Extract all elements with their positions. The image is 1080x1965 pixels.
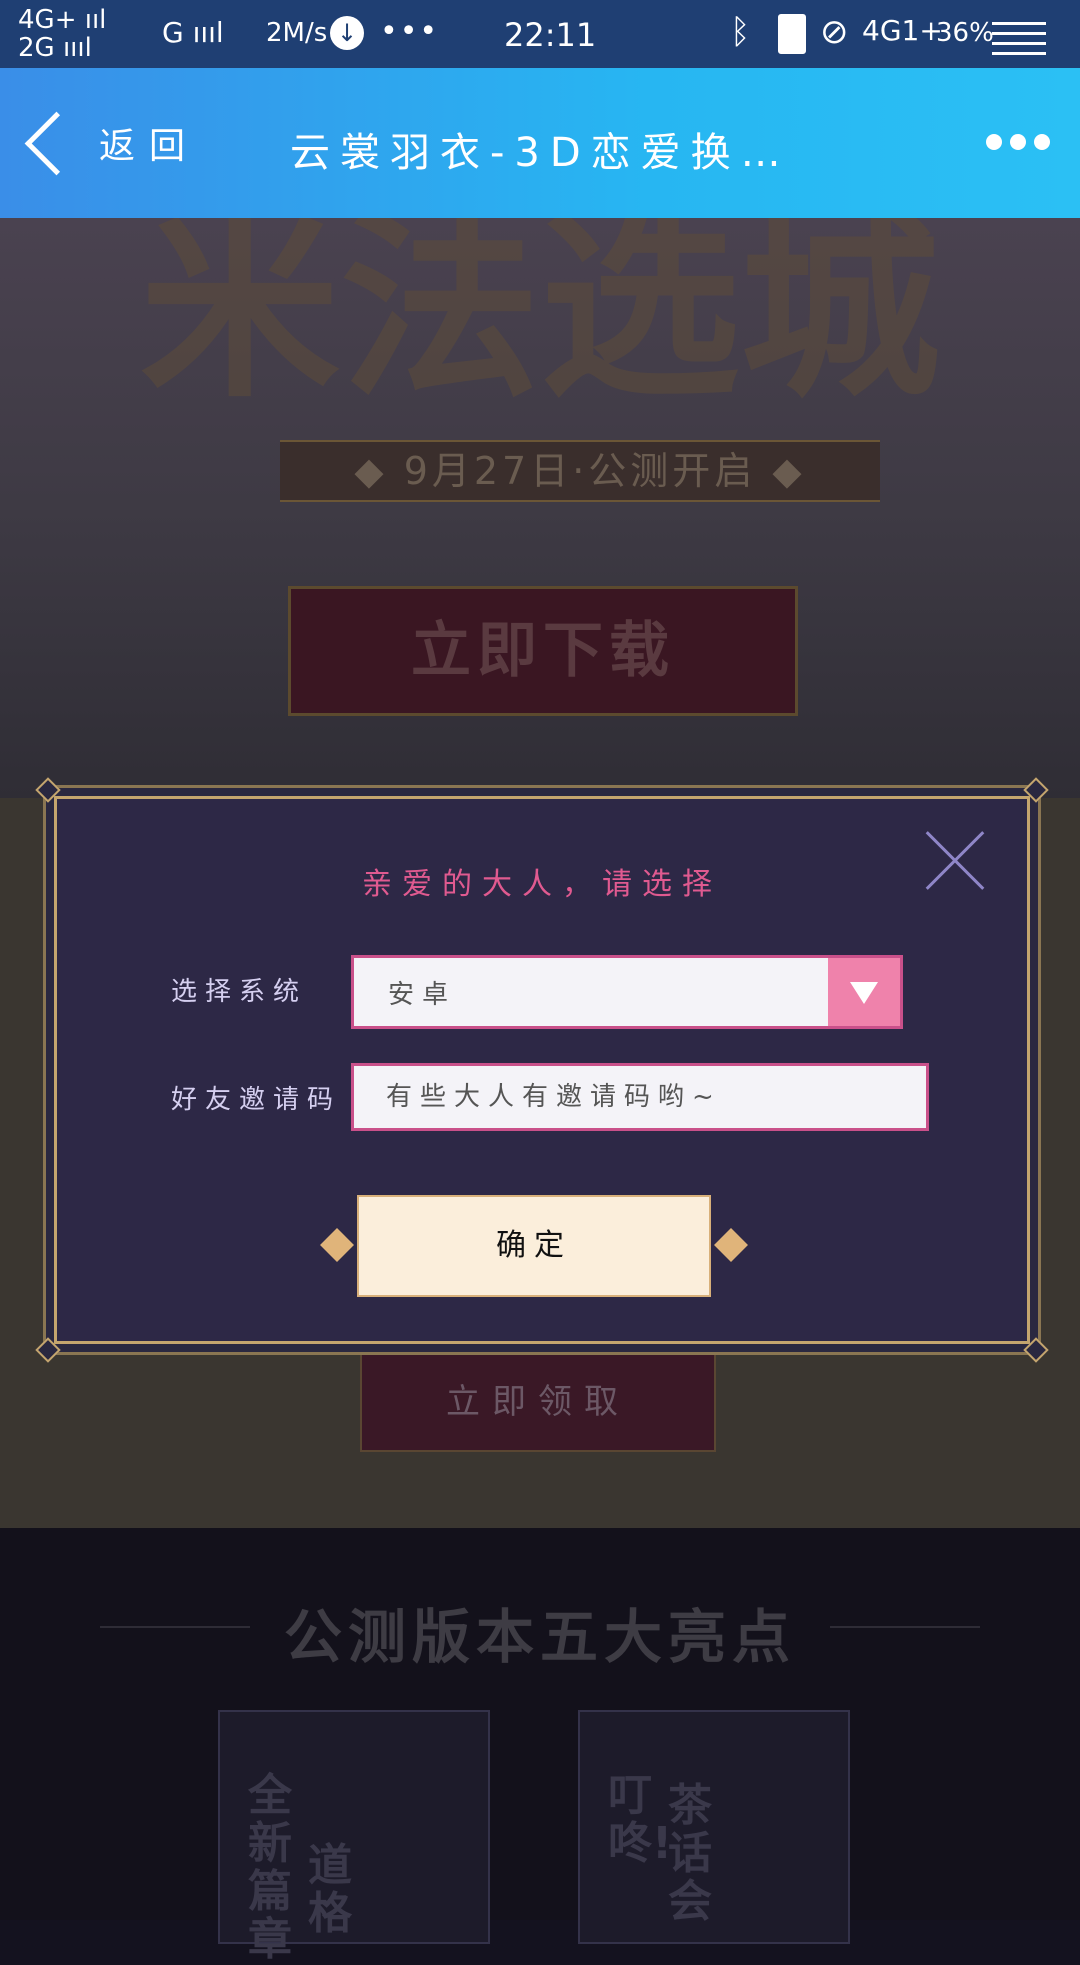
ornament-icon — [714, 1228, 748, 1262]
card-side-text: 茶话会 — [668, 1780, 712, 1927]
system-label: 选择系统 — [171, 977, 308, 1007]
chevron-down-icon — [850, 982, 878, 1004]
network-speed: 2M/s — [266, 18, 328, 48]
system-select[interactable]: 安卓 — [351, 955, 903, 1029]
back-label: 返回 — [99, 126, 200, 167]
download-now-button[interactable]: 立即下载 — [288, 586, 798, 716]
banner-title-art: 米法选城 — [139, 218, 940, 425]
select-dialog: 亲爱的大人，请选择 选择系统 安卓 好友邀请码 确定 — [35, 777, 1049, 1363]
battery-percent: 36% — [936, 18, 994, 48]
mute-icon: ⊘ — [820, 12, 849, 52]
battery-level-icon — [992, 22, 1046, 62]
system-selected-value: 安卓 — [388, 980, 457, 1010]
highlights-title: 公测版本五大亮点 — [283, 1603, 796, 1671]
card-text: 叮咚! — [608, 1770, 673, 1869]
confirm-label: 确定 — [496, 1228, 572, 1263]
secondary-signal-icon: G ıııl — [162, 16, 224, 49]
card-side-text: 道格 — [308, 1840, 352, 1939]
more-dot-icon — [1034, 134, 1050, 150]
more-dot-icon — [1010, 134, 1026, 150]
close-icon[interactable] — [923, 829, 987, 893]
chevron-left-icon — [24, 111, 89, 175]
back-button[interactable]: 返回 — [20, 98, 199, 188]
charging-icon — [778, 14, 806, 54]
banner-area: 米法选城 ◆ 9月27日·公测开启 ◆ 立即下载 — [0, 218, 1080, 798]
4g-signal-icon: 4G1+ — [862, 14, 943, 47]
navigation-bar: 返回 云裳羽衣-3D恋爱换… — [0, 68, 1080, 218]
highlight-card[interactable]: 全新篇章 道格 — [218, 1710, 490, 1964]
dropdown-toggle[interactable] — [828, 958, 900, 1026]
highlights-section — [0, 1528, 1080, 1920]
invite-code-label: 好友邀请码 — [171, 1085, 342, 1115]
status-bar: 4G+ ııl 2G ıııl G ıııl 2M/s ↓ ••• 22:11 … — [0, 0, 1080, 68]
dialog-title: 亲爱的大人，请选择 — [362, 867, 722, 902]
invite-code-input[interactable] — [351, 1063, 929, 1131]
ornament-icon — [320, 1228, 354, 1262]
page-title: 云裳羽衣-3D恋爱换… — [290, 130, 791, 176]
card-text: 全新篇章 — [248, 1770, 292, 1965]
claim-now-button[interactable]: 立即领取 — [360, 1352, 716, 1452]
download-icon: ↓ — [330, 16, 364, 50]
more-options-button[interactable] — [986, 134, 1050, 150]
bluetooth-icon: ᛒ — [730, 12, 751, 52]
launch-date-ribbon: ◆ 9月27日·公测开启 ◆ — [280, 440, 880, 502]
highlight-card[interactable]: 叮咚! 茶话会 — [578, 1710, 850, 1944]
cellular-signal-icon: 4G+ ııl 2G ıııl — [18, 5, 107, 63]
notification-more-icon: ••• — [380, 14, 440, 49]
confirm-button[interactable]: 确定 — [320, 1195, 748, 1297]
more-dot-icon — [986, 134, 1002, 150]
clock: 22:11 — [504, 16, 597, 54]
